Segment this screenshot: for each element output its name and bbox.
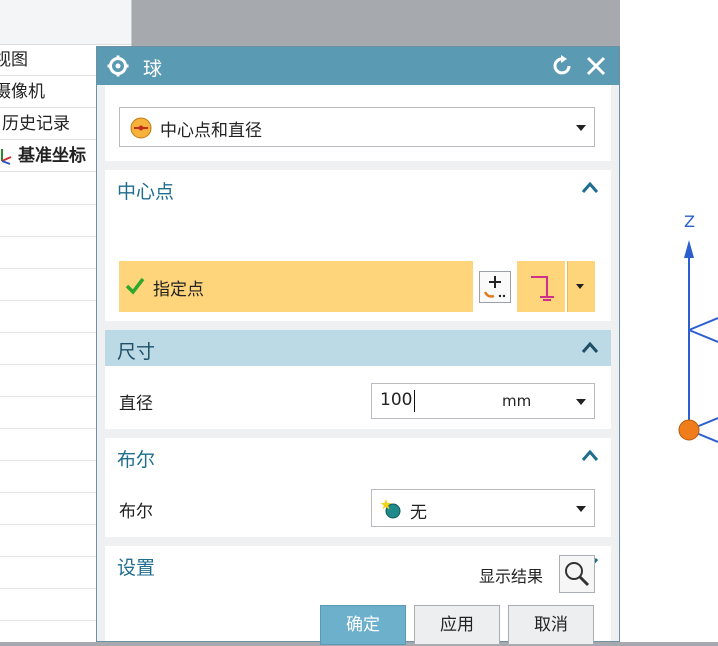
chevron-up-icon [581, 449, 599, 461]
section-title: 尺寸 [117, 341, 156, 363]
apply-button[interactable]: 应用 [414, 605, 500, 645]
specify-point-row[interactable]: 指定点 [119, 261, 473, 312]
navigator-item-label: 摄像机 [0, 82, 45, 102]
diameter-unit: mm [502, 392, 532, 410]
origin-point [678, 419, 700, 441]
cancel-button[interactable]: 取消 [508, 605, 594, 645]
chevron-down-icon [576, 125, 586, 131]
divider [105, 537, 611, 546]
divider [105, 161, 611, 170]
navigator-item-label: 视图 [0, 50, 28, 70]
inferred-point-icon [531, 276, 554, 301]
chevron-down-icon[interactable] [576, 399, 586, 405]
show-result-button[interactable] [559, 555, 595, 593]
boolean-value: 无 [410, 503, 427, 523]
divider [105, 321, 611, 330]
boolean-none-icon [380, 499, 401, 519]
reset-icon[interactable] [551, 55, 575, 77]
z-axis-label: Z [684, 212, 695, 231]
magnifier-icon [565, 562, 590, 587]
section-header-boolean[interactable]: 布尔 [105, 438, 611, 474]
navigator-item-label: 历史记录 [2, 114, 70, 134]
axis-line [688, 317, 718, 331]
section-title: 设置 [117, 557, 156, 579]
navigator-item-label: 基准坐标 [18, 146, 86, 166]
diameter-input[interactable]: 100 mm [371, 383, 595, 419]
diameter-value: 100 [380, 390, 413, 410]
point-dialog-button[interactable] [479, 271, 511, 303]
section-title: 布尔 [117, 449, 156, 471]
gear-icon [107, 55, 129, 77]
datum-csys-triad: Z [678, 212, 718, 443]
chevron-up-icon [581, 181, 599, 193]
close-icon[interactable] [583, 53, 609, 79]
ok-button[interactable]: 确定 [320, 605, 406, 645]
sphere-type-value: 中心点和直径 [160, 121, 262, 141]
section-title: 中心点 [117, 181, 175, 203]
center-diameter-icon [130, 117, 152, 139]
chevron-down-icon [576, 506, 586, 512]
graphics-viewport[interactable]: Z [620, 0, 718, 642]
section-header-center[interactable]: 中心点 [105, 170, 611, 206]
diameter-label: 直径 [119, 394, 153, 414]
dialog-titlebar[interactable]: 球 [97, 47, 619, 85]
dialog-title: 球 [143, 58, 163, 80]
boolean-select[interactable]: 无 [371, 489, 595, 527]
show-result-label: 显示结果 [479, 567, 544, 586]
datum-csys-icon [1, 149, 12, 165]
chevron-up-icon [581, 341, 599, 353]
dialog-body: 中心点和直径 中心点 指定点 尺寸 直径 100 mm 布尔 布尔 无 设置 [105, 85, 611, 641]
check-icon [125, 277, 145, 295]
z-axis-arrow [684, 240, 694, 258]
inferred-point-button[interactable] [517, 261, 565, 312]
section-header-dimension[interactable]: 尺寸 [105, 330, 611, 366]
chevron-down-icon [576, 284, 584, 289]
point-constructor-icon [483, 276, 506, 298]
text-cursor [414, 390, 415, 412]
axis-line [688, 329, 718, 343]
navigator-header [0, 0, 131, 45]
boolean-label: 布尔 [119, 502, 153, 522]
point-type-dropdown[interactable] [567, 261, 595, 312]
sphere-type-select[interactable]: 中心点和直径 [119, 107, 595, 147]
specify-point-label: 指定点 [153, 280, 204, 300]
divider [105, 429, 611, 438]
sphere-dialog: 球 中心点和直径 中心点 指定点 尺寸 直径 100 mm 布尔 布尔 无 设置… [96, 46, 620, 645]
